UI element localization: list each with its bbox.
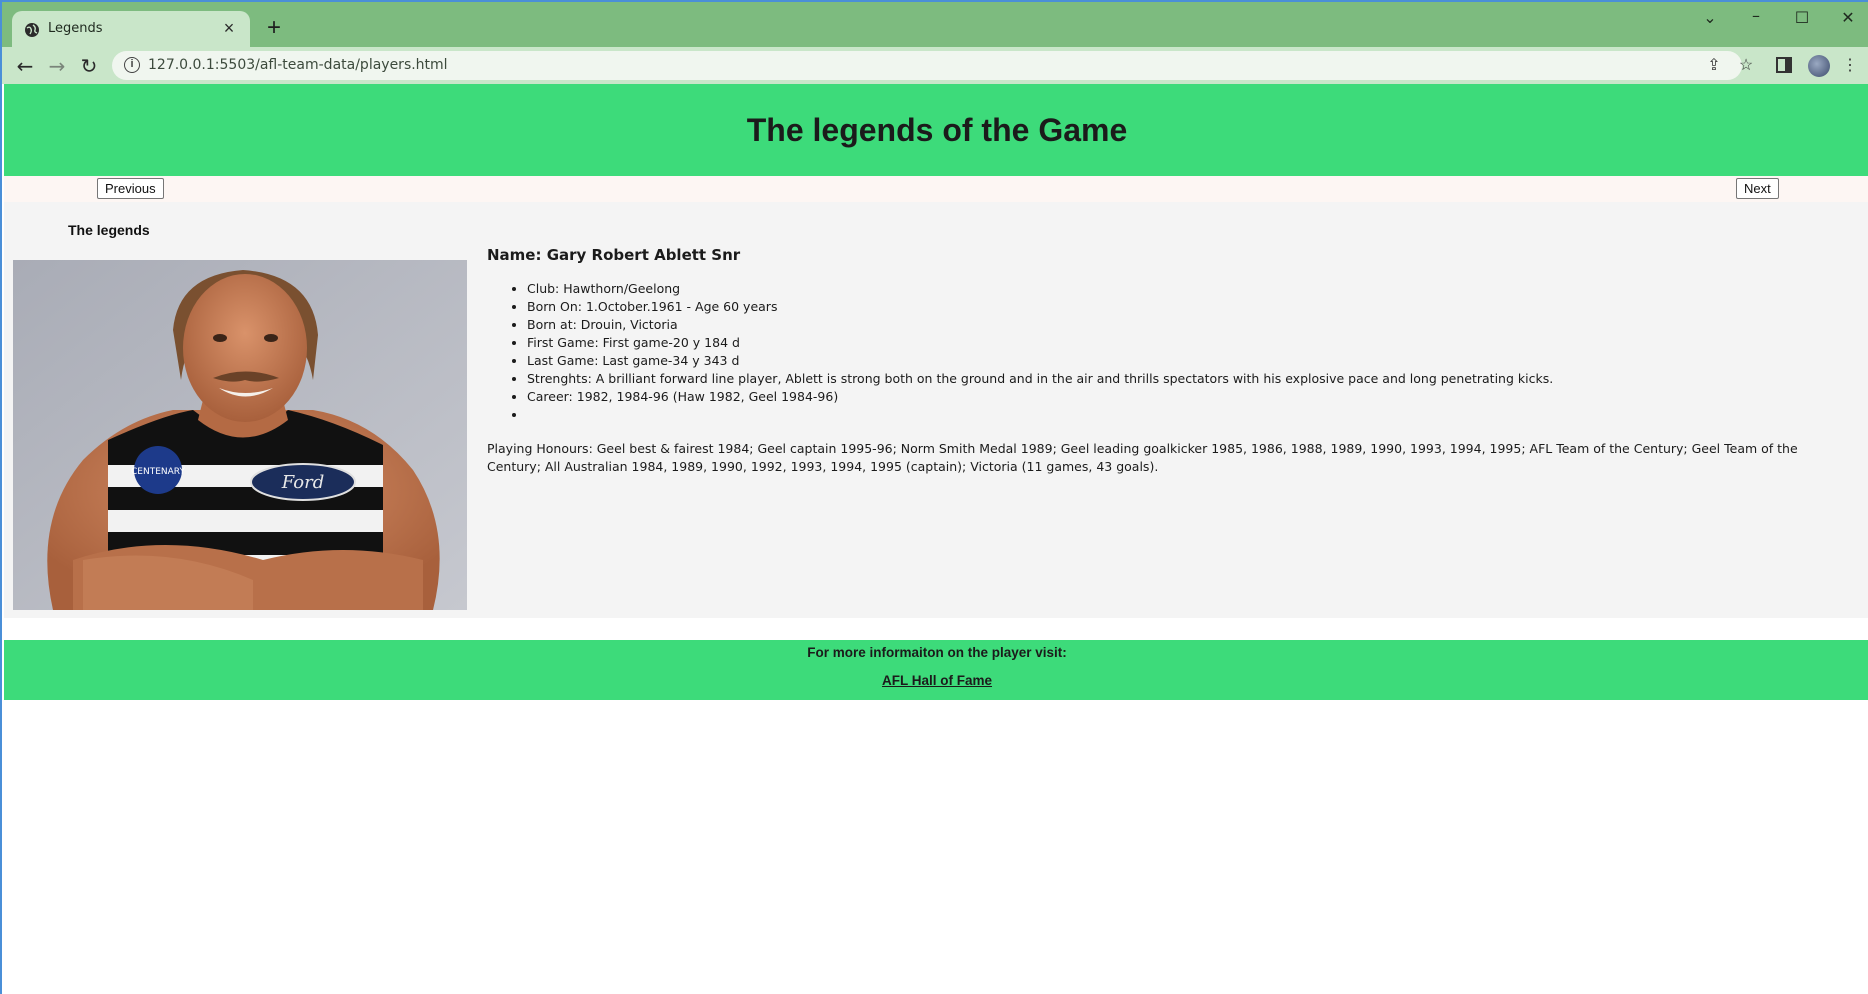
close-icon[interactable]: ×	[220, 19, 238, 37]
page-header: The legends of the Game	[4, 84, 1868, 176]
back-icon[interactable]: ←	[12, 53, 38, 79]
tab-strip: Legends × + ⌄ – ☐ ✕	[2, 2, 1868, 47]
menu-icon[interactable]: ⋮	[1840, 56, 1860, 76]
player-facts-list: Club: Hawthorn/Geelong Born On: 1.Octobe…	[487, 280, 1847, 424]
star-icon[interactable]: ☆	[1736, 56, 1756, 76]
footer-text: For more informaiton on the player visit…	[807, 645, 1067, 660]
reload-icon[interactable]: ↻	[76, 53, 102, 79]
browser-window: Legends × + ⌄ – ☐ ✕ ← → ↻ i 127.0.0.1:55…	[0, 0, 1868, 994]
page-title: The legends of the Game	[746, 112, 1128, 148]
forward-icon[interactable]: →	[44, 53, 70, 79]
new-tab-button[interactable]: +	[264, 16, 284, 40]
profile-avatar[interactable]	[1808, 55, 1830, 77]
tab-search-icon[interactable]: ⌄	[1700, 8, 1720, 27]
info-icon[interactable]: i	[124, 57, 140, 73]
maximize-icon[interactable]: ☐	[1792, 8, 1812, 27]
player-details: Name: Gary Robert Ablett Snr Club: Hawth…	[487, 246, 1847, 476]
browser-toolbar: ← → ↻ i 127.0.0.1:5503/afl-team-data/pla…	[2, 47, 1868, 84]
next-button[interactable]: Next	[1736, 178, 1779, 199]
previous-button[interactable]: Previous	[97, 178, 164, 199]
sidebar-icon[interactable]	[1776, 57, 1792, 73]
list-item: Strenghts: A brilliant forward line play…	[527, 370, 1847, 388]
ford-logo: Ford	[281, 472, 324, 493]
playing-honours: Playing Honours: Geel best & fairest 198…	[487, 441, 1798, 474]
web-page: The legends of the Game Previous Next Th…	[4, 84, 1868, 994]
share-icon[interactable]: ⇪	[1704, 56, 1724, 76]
player-photo: CENTENARY Ford	[13, 260, 467, 610]
url-text[interactable]: 127.0.0.1:5503/afl-team-data/players.htm…	[148, 57, 448, 73]
centenary-badge: CENTENARY	[131, 467, 185, 477]
browser-tab[interactable]: Legends ×	[12, 11, 250, 47]
address-bar[interactable]: i 127.0.0.1:5503/afl-team-data/players.h…	[112, 51, 1742, 80]
list-item: Last Game: Last game-34 y 343 d	[527, 352, 1847, 370]
sidebar-title: The legends	[68, 222, 150, 238]
list-item: Club: Hawthorn/Geelong	[527, 280, 1847, 298]
player-section: The legends CENTENARY Ford Name: Gary Ro…	[4, 202, 1868, 618]
player-name: Name: Gary Robert Ablett Snr	[487, 246, 741, 264]
tab-title: Legends	[48, 21, 103, 36]
list-item	[527, 406, 1847, 424]
list-item: Born On: 1.October.1961 - Age 60 years	[527, 298, 1847, 316]
minimize-icon[interactable]: –	[1746, 6, 1766, 25]
page-footer: For more informaiton on the player visit…	[4, 640, 1868, 700]
globe-icon	[25, 23, 39, 37]
hall-of-fame-link[interactable]: AFL Hall of Fame	[4, 673, 1868, 688]
pager-row: Previous Next	[4, 176, 1868, 202]
list-item: Career: 1982, 1984-96 (Haw 1982, Geel 19…	[527, 388, 1847, 406]
list-item: First Game: First game-20 y 184 d	[527, 334, 1847, 352]
list-item: Born at: Drouin, Victoria	[527, 316, 1847, 334]
window-close-icon[interactable]: ✕	[1838, 8, 1858, 27]
